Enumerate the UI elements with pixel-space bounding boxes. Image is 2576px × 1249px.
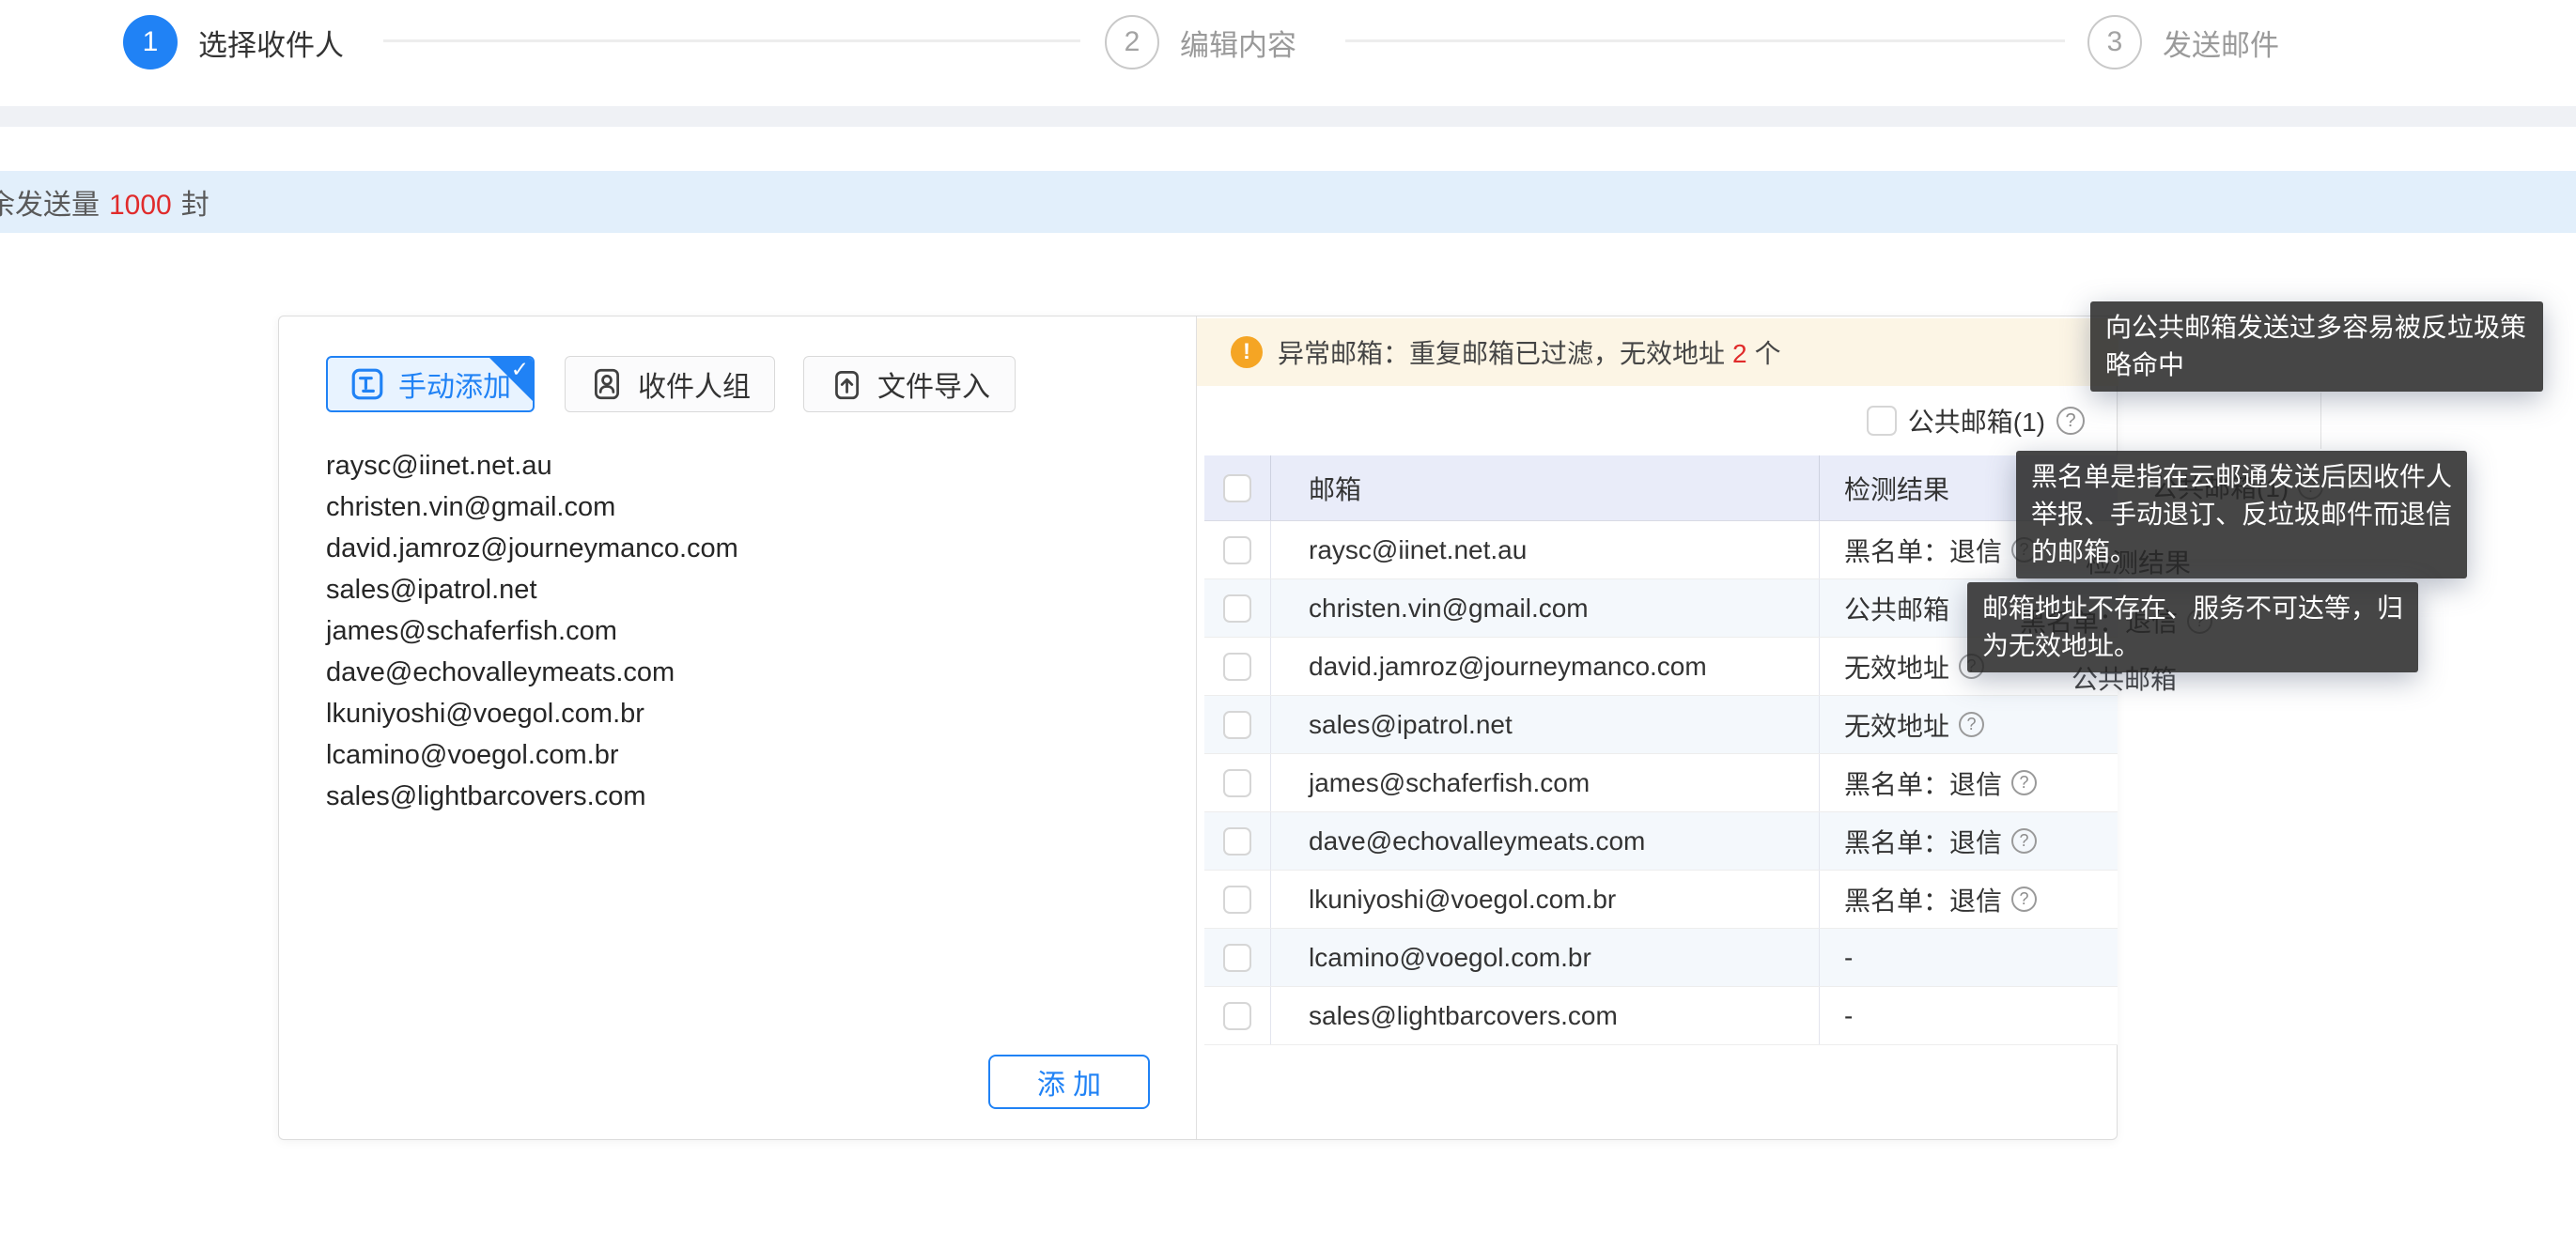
manual-add-pane: 手动添加 ✓ 收件人组 文件导入 raysc@iinet.net.au chri… bbox=[279, 316, 1196, 1139]
step-1-select-recipients[interactable]: 1 选择收件人 bbox=[123, 0, 344, 85]
table-row: lkuniyoshi@voegol.com.br 黑名单：退信? bbox=[1204, 871, 2118, 929]
row-result: 黑名单：退信 bbox=[1844, 823, 2002, 860]
quota-text: 余发送量1000封 bbox=[0, 181, 209, 223]
public-mailbox-help-icon[interactable]: ? bbox=[2056, 407, 2085, 435]
row-checkbox[interactable] bbox=[1223, 1002, 1251, 1030]
warning-text: 异常邮箱：重复邮箱已过滤，无效地址2个 bbox=[1278, 333, 1781, 371]
public-mailbox-label: 公共邮箱(1) bbox=[1908, 402, 2045, 439]
table-row: sales@ipatrol.net 无效地址? bbox=[1204, 696, 2118, 754]
row-result: 黑名单：退信 bbox=[1844, 532, 2002, 569]
table-row: dave@echovalleymeats.com 黑名单：退信? bbox=[1204, 812, 2118, 871]
row-checkbox[interactable] bbox=[1223, 769, 1251, 797]
email-line: dave@echovalleymeats.com bbox=[326, 652, 738, 693]
file-import-icon bbox=[829, 366, 864, 402]
step-2-number: 2 bbox=[1105, 15, 1159, 69]
row-email: sales@lightbarcovers.com bbox=[1271, 987, 1820, 1044]
row-email: dave@echovalleymeats.com bbox=[1271, 812, 1820, 870]
email-line: christen.vin@gmail.com bbox=[326, 486, 738, 528]
row-checkbox[interactable] bbox=[1223, 711, 1251, 739]
abnormal-mailbox-warning: ! 异常邮箱：重复邮箱已过滤，无效地址2个 bbox=[1197, 318, 2118, 386]
manual-add-icon bbox=[349, 366, 385, 402]
row-result: 无效地址 bbox=[1844, 706, 1949, 744]
table-header-row: 邮箱 检测结果 bbox=[1204, 455, 2118, 521]
row-result: 黑名单：退信 bbox=[1844, 881, 2002, 918]
row-checkbox[interactable] bbox=[1223, 594, 1251, 623]
email-line: david.jamroz@journeymanco.com bbox=[326, 528, 738, 569]
warning-prefix: 异常邮箱：重复邮箱已过滤，无效地址 bbox=[1278, 339, 1725, 368]
email-line: james@schaferfish.com bbox=[326, 610, 738, 652]
tab-recipient-group[interactable]: 收件人组 bbox=[565, 356, 775, 412]
header-email-cell: 邮箱 bbox=[1271, 455, 1820, 520]
row-checkbox[interactable] bbox=[1223, 653, 1251, 681]
tab-file-import-label: 文件导入 bbox=[877, 363, 990, 405]
result-help-icon[interactable]: ? bbox=[2011, 828, 2037, 854]
warning-suffix: 个 bbox=[1755, 339, 1781, 368]
header-select-all-cell bbox=[1204, 455, 1271, 520]
quota-count: 1000 bbox=[100, 190, 181, 221]
step-header: 1 选择收件人 2 编辑内容 3 发送邮件 bbox=[0, 0, 2576, 105]
quota-notice-bar: 余发送量1000封 bbox=[0, 171, 2576, 233]
result-help-icon[interactable]: ? bbox=[2011, 887, 2037, 912]
tooltip-public-mailbox: 向公共邮箱发送过多容易被反垃圾策略命中 bbox=[2090, 301, 2543, 392]
row-checkbox[interactable] bbox=[1223, 536, 1251, 564]
row-email: christen.vin@gmail.com bbox=[1271, 579, 1820, 637]
row-email: raysc@iinet.net.au bbox=[1271, 521, 1820, 578]
public-mailbox-filter-row: 公共邮箱(1) ? bbox=[1197, 386, 2118, 455]
step-connector-2 bbox=[1345, 39, 2065, 42]
detection-table: 邮箱 检测结果 raysc@iinet.net.au 黑名单：退信? chris… bbox=[1204, 455, 2118, 1045]
row-result: 公共邮箱 bbox=[1844, 590, 1949, 627]
row-email: sales@ipatrol.net bbox=[1271, 696, 1820, 753]
row-result: - bbox=[1844, 943, 1853, 973]
add-button[interactable]: 添 加 bbox=[988, 1055, 1150, 1109]
warning-icon: ! bbox=[1231, 336, 1263, 368]
email-line: lcamino@voegol.com.br bbox=[326, 734, 738, 776]
step-3-number: 3 bbox=[2087, 15, 2142, 69]
row-result: 无效地址 bbox=[1844, 648, 1949, 686]
warning-count: 2 bbox=[1725, 339, 1755, 368]
row-result: 黑名单：退信 bbox=[1844, 764, 2002, 802]
tab-recipient-group-label: 收件人组 bbox=[638, 363, 751, 405]
row-email: lkuniyoshi@voegol.com.br bbox=[1271, 871, 1820, 928]
row-checkbox[interactable] bbox=[1223, 886, 1251, 914]
result-help-icon[interactable]: ? bbox=[2011, 770, 2037, 795]
table-row: james@schaferfish.com 黑名单：退信? bbox=[1204, 754, 2118, 812]
check-icon: ✓ bbox=[511, 359, 529, 380]
tab-manual-add[interactable]: 手动添加 ✓ bbox=[326, 356, 535, 412]
ghost-column-border bbox=[2320, 393, 2321, 449]
email-line: sales@lightbarcovers.com bbox=[326, 776, 738, 817]
email-input-list[interactable]: raysc@iinet.net.au christen.vin@gmail.co… bbox=[326, 445, 738, 817]
row-checkbox[interactable] bbox=[1223, 827, 1251, 856]
select-all-checkbox[interactable] bbox=[1223, 474, 1251, 502]
tooltip-blacklist: 黑名单是指在云邮通发送后因收件人举报、手动退订、反垃圾邮件而退信的邮箱。 bbox=[2016, 451, 2467, 578]
email-line: lkuniyoshi@voegol.com.br bbox=[326, 693, 738, 734]
step-1-number: 1 bbox=[123, 15, 178, 69]
table-row: sales@lightbarcovers.com - bbox=[1204, 987, 2118, 1045]
detection-pane: ! 异常邮箱：重复邮箱已过滤，无效地址2个 公共邮箱(1) ? 邮箱 检测结果 … bbox=[1197, 316, 2118, 1139]
step-1-label: 选择收件人 bbox=[198, 22, 344, 64]
step-2-label: 编辑内容 bbox=[1180, 22, 1296, 64]
table-row: lcamino@voegol.com.br - bbox=[1204, 929, 2118, 987]
step-3-label: 发送邮件 bbox=[2163, 22, 2279, 64]
step-2-edit-content[interactable]: 2 编辑内容 bbox=[1105, 0, 1296, 85]
public-mailbox-checkbox[interactable] bbox=[1867, 406, 1897, 436]
row-email: lcamino@voegol.com.br bbox=[1271, 929, 1820, 986]
header-separator-strip bbox=[0, 106, 2576, 127]
step-3-send-mail[interactable]: 3 发送邮件 bbox=[2087, 0, 2279, 85]
table-row: raysc@iinet.net.au 黑名单：退信? bbox=[1204, 521, 2118, 579]
row-email: david.jamroz@journeymanco.com bbox=[1271, 638, 1820, 695]
row-checkbox[interactable] bbox=[1223, 944, 1251, 972]
email-line: raysc@iinet.net.au bbox=[326, 445, 738, 486]
quota-suffix: 封 bbox=[181, 190, 209, 221]
row-email: james@schaferfish.com bbox=[1271, 754, 1820, 811]
result-help-icon[interactable]: ? bbox=[1959, 712, 1984, 737]
step-connector-1 bbox=[383, 39, 1080, 42]
row-result: - bbox=[1844, 1001, 1853, 1031]
tooltip-invalid-address: 邮箱地址不存在、服务不可达等，归为无效地址。 bbox=[1967, 582, 2418, 672]
tab-file-import[interactable]: 文件导入 bbox=[803, 356, 1016, 412]
recipient-group-icon bbox=[589, 366, 625, 402]
recipients-card: 手动添加 ✓ 收件人组 文件导入 raysc@iinet.net.au chri… bbox=[278, 316, 2118, 1140]
email-line: sales@ipatrol.net bbox=[326, 569, 738, 610]
quota-prefix: 余发送量 bbox=[0, 190, 100, 221]
